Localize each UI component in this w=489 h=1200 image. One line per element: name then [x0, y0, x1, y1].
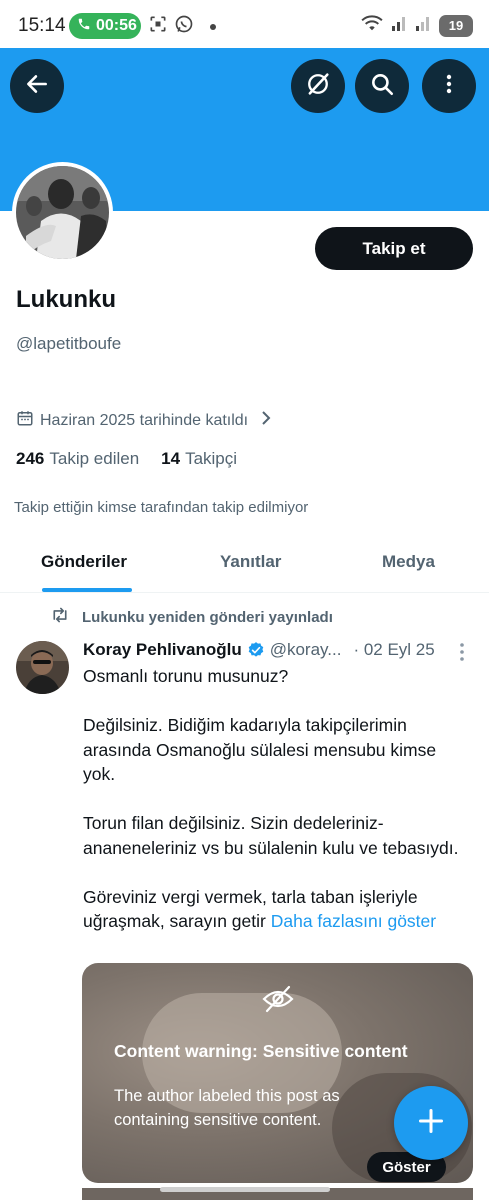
post-paragraph: Değilsiniz. Bidiğim kadarıyla takipçiler…	[83, 715, 437, 784]
more-vertical-icon	[437, 72, 461, 101]
signal-icon-1	[391, 14, 407, 37]
tab-replies[interactable]: Yanıtlar	[220, 552, 281, 572]
following-stat[interactable]: 246 Takip edilen	[16, 449, 139, 469]
more-notifications-dot	[210, 23, 216, 30]
post-author-avatar[interactable]	[16, 641, 69, 694]
notification-icons	[148, 14, 216, 39]
plus-icon	[417, 1107, 445, 1140]
post-header: Koray Pehlivanoğlu @koray... · 02 Eyl 25	[83, 640, 443, 660]
post-author-handle[interactable]: @koray...	[270, 640, 342, 660]
display-name: Lukunku	[16, 286, 116, 313]
profile-tabs: Gönderiler Yanıtlar Medya	[0, 540, 489, 593]
follow-button[interactable]: Takip et	[315, 227, 473, 270]
mutual-followers-text: Takip ettiğin kimse tarafından takip edi…	[14, 499, 309, 516]
eye-off-icon	[262, 985, 294, 1018]
phone-icon	[77, 17, 91, 36]
compose-post-button[interactable]	[394, 1086, 468, 1160]
whatsapp-icon	[174, 14, 194, 39]
wifi-icon	[361, 14, 383, 37]
repost-indicator: Lukunku yeniden gönderi yayınladı	[50, 606, 333, 628]
screenshot-icon	[148, 14, 168, 39]
profile-avatar[interactable]	[12, 162, 113, 263]
profile-handle: @lapetitboufe	[16, 334, 122, 353]
post-paragraph: Osmanlı torunu musunuz?	[83, 666, 289, 686]
chevron-right-icon	[260, 411, 272, 430]
post-date[interactable]: · 02 Eyl 25	[353, 640, 434, 660]
signal-icon-2	[415, 14, 431, 37]
grok-icon	[304, 70, 332, 103]
content-warning-description: The author labeled this post as containi…	[114, 1087, 340, 1129]
profile-photo	[16, 166, 109, 259]
search-icon	[369, 71, 395, 102]
home-indicator[interactable]	[160, 1187, 330, 1192]
more-options-button[interactable]	[422, 59, 476, 113]
tab-media[interactable]: Medya	[382, 552, 435, 572]
follow-stats: 246 Takip edilen 14 Takipçi	[16, 449, 237, 469]
post-body[interactable]: Osmanlı torunu musunuz? Değilsiniz. Bidi…	[83, 664, 468, 934]
search-button[interactable]	[355, 59, 409, 113]
joined-text: Haziran 2025 tarihinde katıldı	[40, 411, 249, 429]
post-paragraph-last: Göreviniz vergi vermek, tarla taban işle…	[83, 885, 468, 934]
ongoing-call-pill[interactable]: 00:56	[69, 13, 141, 39]
battery-icon: 19	[439, 14, 473, 37]
following-count: 246	[16, 449, 45, 468]
show-more-link[interactable]: Daha fazlasını göster	[271, 911, 436, 931]
verified-badge-icon	[247, 641, 265, 659]
repost-text: Lukunku yeniden gönderi yayınladı	[82, 608, 333, 626]
system-icons: 19	[361, 14, 473, 37]
followers-label: Takipçi	[185, 449, 238, 468]
arrow-left-icon	[24, 71, 50, 102]
grok-button[interactable]	[291, 59, 345, 113]
back-button[interactable]	[10, 59, 64, 113]
followers-stat[interactable]: 14 Takipçi	[161, 449, 237, 469]
status-time: 15:14	[18, 15, 66, 36]
post-author-name[interactable]: Koray Pehlivanoğlu	[83, 640, 242, 660]
active-tab-indicator	[42, 588, 132, 592]
call-timer: 00:56	[96, 17, 137, 34]
repost-icon	[50, 606, 70, 628]
tab-posts[interactable]: Gönderiler	[41, 552, 127, 572]
followers-count: 14	[161, 449, 181, 468]
post-paragraph: Torun filan değilsiniz. Sizin dedelerini…	[83, 813, 459, 858]
following-label: Takip edilen	[49, 449, 140, 468]
status-bar: 15:14 00:56 19	[0, 0, 489, 48]
calendar-icon	[16, 409, 34, 432]
joined-date[interactable]: Haziran 2025 tarihinde katıldı	[16, 409, 272, 432]
content-warning-title: Content warning: Sensitive content	[114, 1041, 408, 1061]
